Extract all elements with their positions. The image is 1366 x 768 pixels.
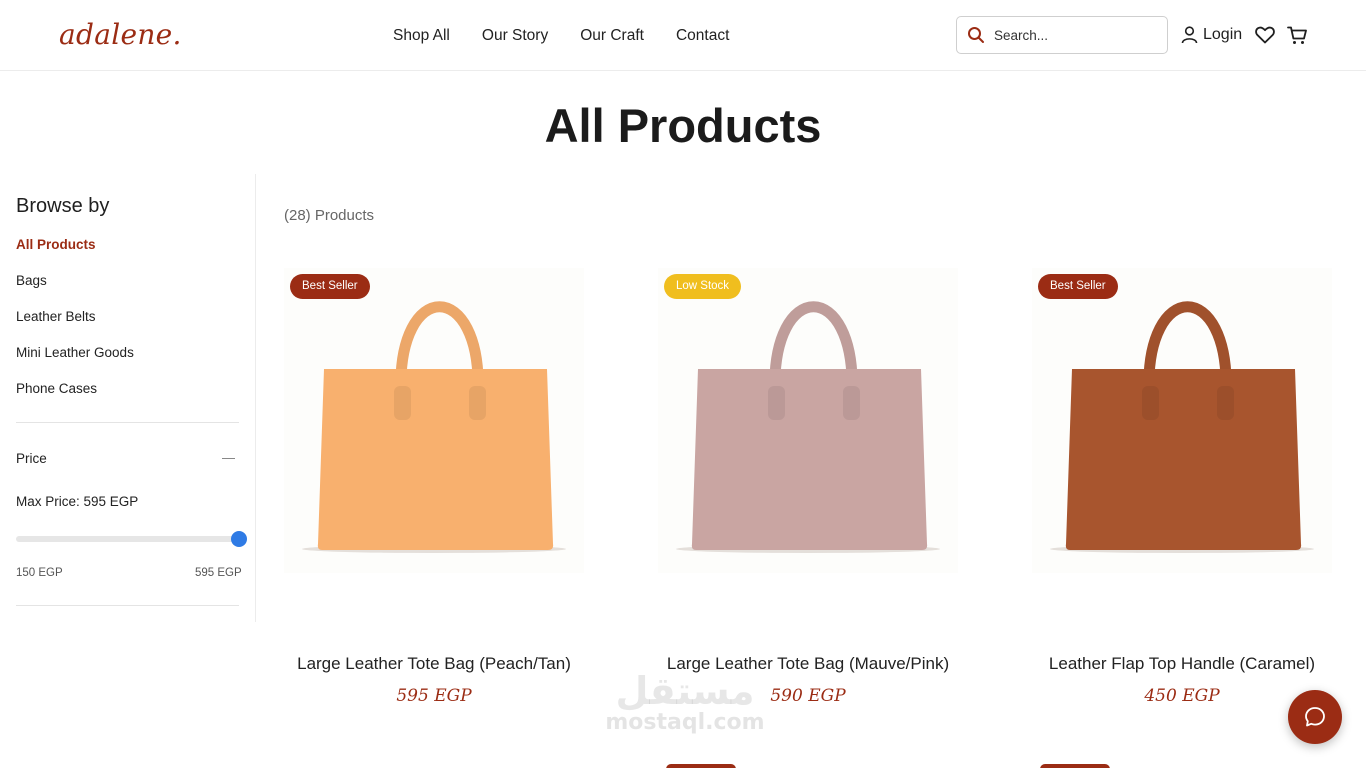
product-card[interactable]: Best Seller Large Leather Tote Bag (Peac… (284, 268, 584, 706)
cart-icon[interactable] (1287, 26, 1308, 45)
product-name[interactable]: Leather Flap Top Handle (Caramel) (982, 654, 1366, 674)
search-icon[interactable] (967, 26, 985, 44)
next-row-badge-peek (1040, 764, 1110, 768)
product-image[interactable]: Best Seller (284, 268, 584, 573)
product-image[interactable]: Low Stock (658, 268, 958, 573)
browse-title: Browse by (16, 195, 110, 217)
category-phone-cases[interactable]: Phone Cases (16, 381, 97, 396)
chat-bubble-icon (1305, 707, 1325, 727)
category-mini-leather-goods[interactable]: Mini Leather Goods (16, 345, 134, 360)
brand-logo[interactable]: adalene. (59, 18, 182, 51)
search-box[interactable] (956, 16, 1168, 54)
search-input[interactable] (994, 27, 1144, 43)
heart-icon[interactable] (1255, 26, 1275, 44)
product-badge: Best Seller (1038, 274, 1118, 299)
product-name[interactable]: Large Leather Tote Bag (Peach/Tan) (234, 654, 634, 674)
product-badge: Low Stock (664, 274, 742, 299)
product-card[interactable]: Low Stock Large Leather Tote Bag (Mauve/… (658, 268, 958, 706)
product-name[interactable]: Large Leather Tote Bag (Mauve/Pink) (608, 654, 1008, 674)
filter-sidebar: Browse by All Products Bags Leather Belt… (0, 174, 256, 622)
price-slider-thumb[interactable] (231, 531, 247, 547)
next-row-badge-peek (666, 764, 736, 768)
product-price: 590 EGP (770, 686, 846, 706)
category-leather-belts[interactable]: Leather Belts (16, 309, 96, 324)
price-filter-label: Price (16, 451, 47, 466)
tote-bag-image (1050, 301, 1314, 553)
product-badge: Best Seller (290, 274, 370, 299)
site-header: adalene. Shop All Our Story Our Craft Co… (0, 0, 1366, 71)
category-all-products[interactable]: All Products (16, 237, 96, 252)
category-bags[interactable]: Bags (16, 273, 47, 288)
price-range-max: 595 EGP (195, 567, 242, 579)
price-collapse-button[interactable] (221, 450, 237, 466)
tote-bag-image (676, 301, 940, 553)
login-button[interactable]: Login (1181, 26, 1242, 44)
nav-shop-all[interactable]: Shop All (393, 27, 450, 45)
divider (16, 422, 239, 423)
chat-button[interactable] (1288, 690, 1342, 744)
price-slider-track[interactable] (16, 536, 239, 542)
product-card[interactable]: Best Seller Leather Flap Top Handle (Car… (1032, 268, 1332, 706)
price-range-min: 150 EGP (16, 567, 63, 579)
login-label: Login (1203, 26, 1243, 43)
main-nav: Shop All Our Story Our Craft Contact (393, 27, 729, 45)
max-price-label: Max Price: 595 EGP (16, 494, 139, 509)
page-title: All Products (544, 99, 822, 152)
tote-bag-image (302, 301, 566, 553)
divider (16, 605, 239, 606)
user-icon (1181, 26, 1198, 44)
product-price: 595 EGP (396, 686, 472, 706)
product-image[interactable]: Best Seller (1032, 268, 1332, 573)
product-count: (28) Products (284, 207, 375, 224)
watermark-latin: mostaql.com (605, 710, 765, 735)
nav-our-craft[interactable]: Our Craft (580, 27, 644, 45)
nav-our-story[interactable]: Our Story (482, 27, 548, 45)
nav-contact[interactable]: Contact (676, 27, 729, 45)
